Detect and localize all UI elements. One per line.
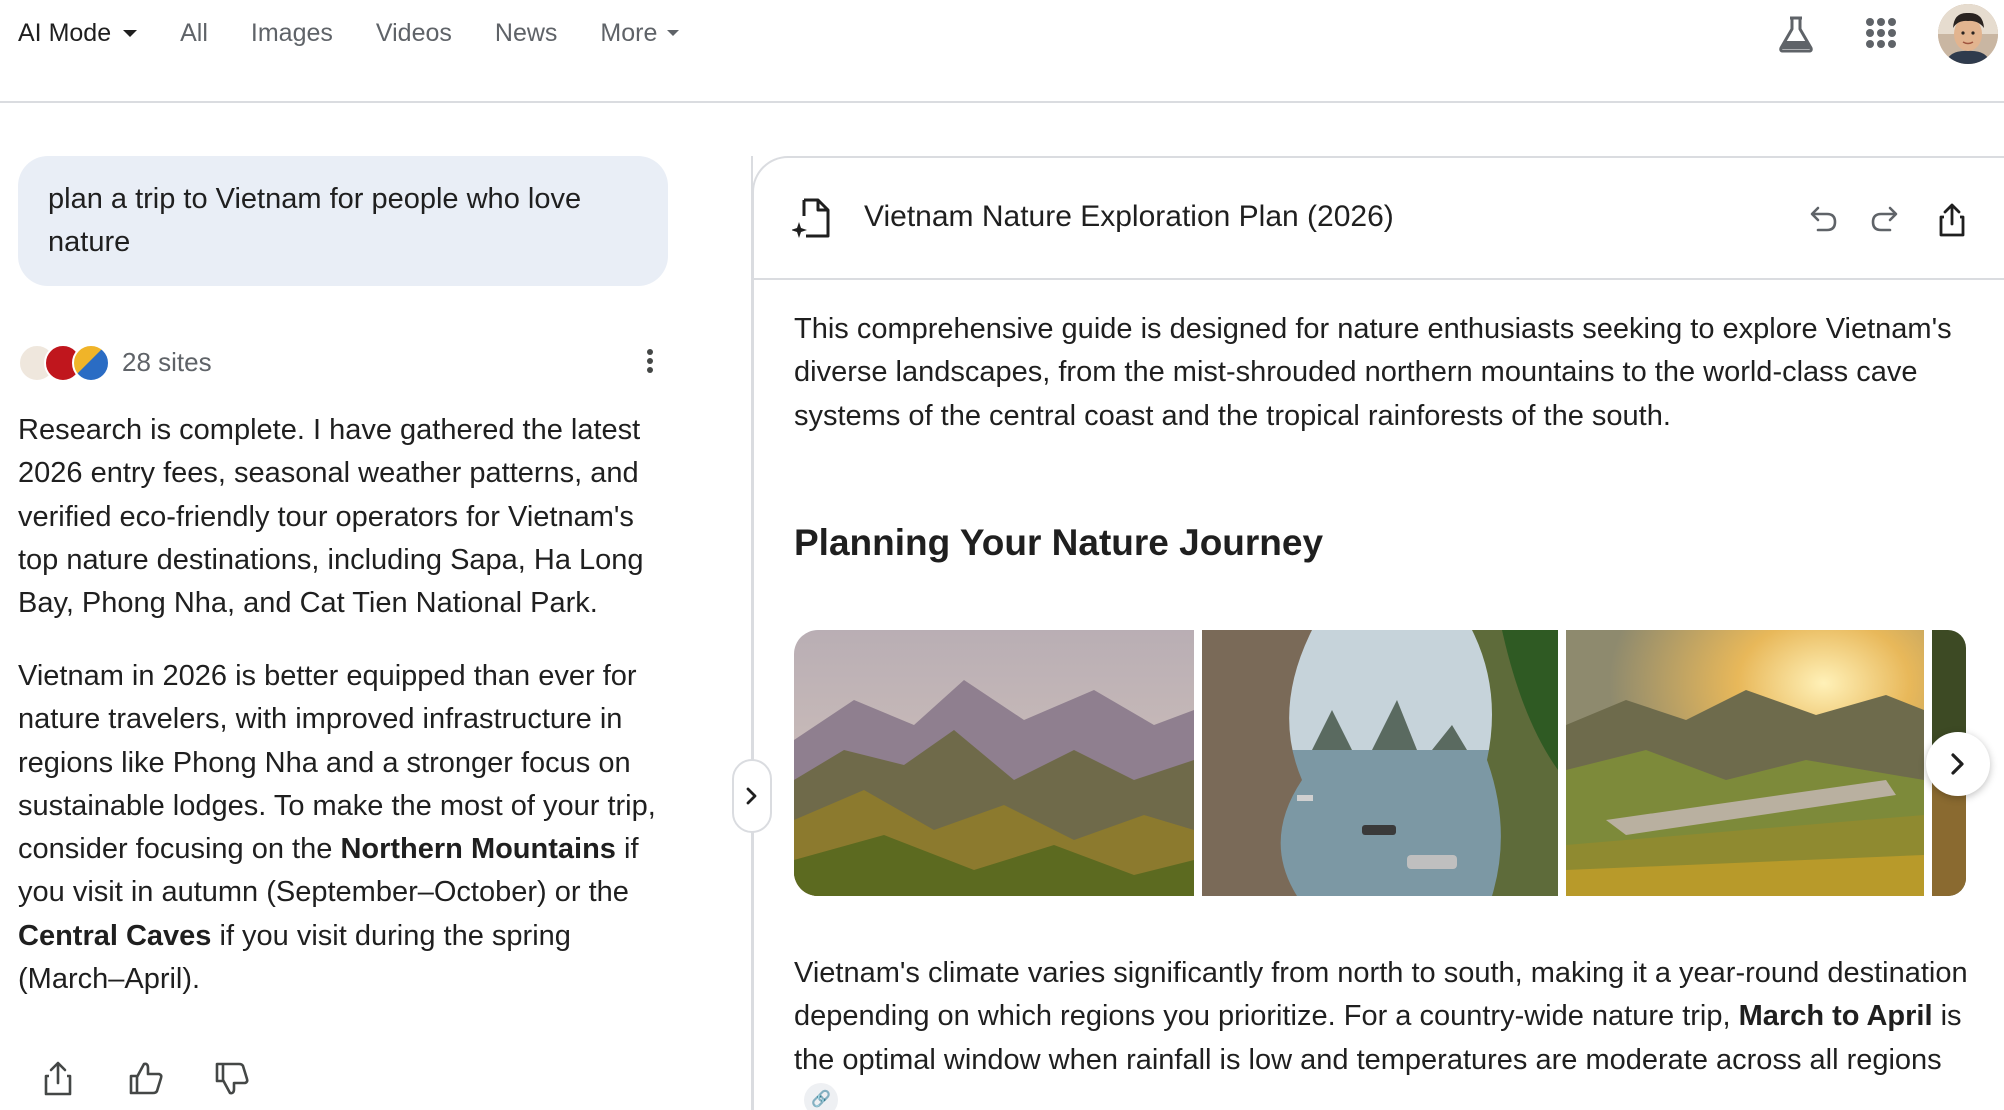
response-paragraph-2: Vietnam in 2026 is better equipped than … (18, 655, 668, 1001)
share-icon[interactable] (1934, 202, 1970, 238)
share-icon[interactable] (38, 1058, 78, 1098)
tab-videos-label: Videos (375, 18, 452, 47)
climate-paragraph: Vietnam's climate varies significantly f… (794, 952, 1974, 1110)
tab-all-label: All (180, 18, 208, 47)
collapse-panel-button[interactable] (732, 759, 772, 833)
climate-bold: March to April (1738, 1000, 1933, 1033)
redo-icon[interactable] (1868, 202, 1904, 238)
chevron-right-icon (1951, 753, 1964, 775)
google-apps-icon[interactable] (1866, 18, 1896, 48)
carousel-image-valley-sunset[interactable] (1566, 630, 1924, 896)
section-heading: Planning Your Nature Journey (794, 522, 1324, 563)
carousel-image-halong-bay[interactable] (1202, 630, 1558, 896)
source-favicons (18, 342, 114, 382)
top-navigation-bar: AI Mode All Images Videos News More (0, 0, 2004, 103)
tab-ai-mode-label: AI Mode (18, 18, 112, 47)
tab-news-label: News (494, 18, 558, 47)
sources-count: 28 sites (122, 346, 212, 377)
document-title: Vietnam Nature Exploration Plan (2026) (864, 200, 1394, 233)
image-carousel (794, 630, 1966, 896)
tab-videos[interactable]: Videos (376, 19, 452, 48)
tab-more[interactable]: More (600, 18, 680, 48)
search-mode-tabs: AI Mode All Images Videos News More (18, 0, 722, 66)
source-favicon-3 (72, 344, 110, 382)
response-bold: Northern Mountains (340, 833, 616, 866)
document-header: Vietnam Nature Exploration Plan (2026) (754, 158, 2004, 280)
tab-ai-mode[interactable]: AI Mode (18, 18, 138, 48)
chevron-right-icon (746, 787, 757, 805)
sources-row[interactable]: 28 sites (18, 340, 212, 384)
thumbs-up-icon[interactable] (126, 1058, 166, 1098)
chevron-down-icon (667, 30, 680, 36)
user-query-bubble: plan a trip to Vietnam for people who lo… (18, 156, 668, 286)
thumbs-down-icon[interactable] (212, 1058, 252, 1098)
tab-more-label: More (600, 18, 658, 47)
citation-link-icon[interactable]: 🔗 (804, 1083, 838, 1110)
tab-images[interactable]: Images (251, 19, 333, 48)
response-bold: Central Caves (18, 919, 212, 952)
tab-images-label: Images (250, 18, 333, 47)
document-sparkle-icon (792, 198, 830, 238)
chevron-down-icon (123, 29, 138, 37)
more-options-icon[interactable] (640, 346, 660, 376)
carousel-image-mountains[interactable] (794, 630, 1194, 896)
carousel-next-button[interactable] (1926, 732, 1990, 796)
undo-icon[interactable] (1804, 202, 1840, 238)
account-avatar[interactable] (1938, 4, 1998, 64)
tab-all[interactable]: All (180, 19, 208, 48)
tab-news[interactable]: News (495, 19, 558, 48)
document-intro: This comprehensive guide is designed for… (794, 313, 1952, 432)
labs-flask-icon[interactable] (1776, 14, 1816, 54)
response-paragraph-1: Research is complete. I have gathered th… (18, 414, 644, 620)
